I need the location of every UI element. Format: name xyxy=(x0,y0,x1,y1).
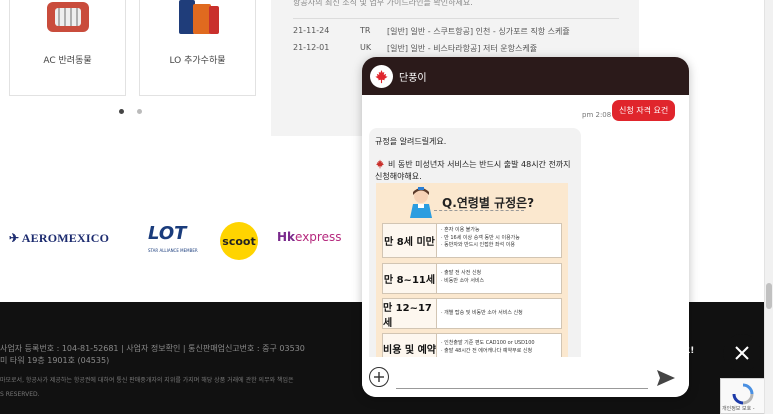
scrollbar-thumb[interactable] xyxy=(766,283,772,309)
maple-leaf-icon xyxy=(375,159,385,169)
footer-disclaimer: 마모로서, 항공사가 제공하는 항공권에 대하여 통신 판매중개자의 지위를 가… xyxy=(0,377,294,384)
notice-date: 21-12-01 xyxy=(293,43,330,52)
notice-date: 21-11-24 xyxy=(293,26,330,35)
notice-carrier: TR xyxy=(360,26,371,35)
user-message-bubble: 신청 자격 요건 xyxy=(612,100,676,121)
notice-row[interactable]: 21-11-24 TR [일반] 일반 - 스쿠트항공] 인천 - 싱가포르 직… xyxy=(293,26,570,37)
rule-key: 만 8~11세 xyxy=(383,264,437,293)
chat-avatar xyxy=(370,64,393,88)
lot-logo[interactable]: LOT xyxy=(148,223,186,244)
airline-logos: ✈ AEROMEXICO LOT STAR ALLIANCE MEMBER sc… xyxy=(0,218,370,260)
message-input[interactable] xyxy=(396,365,648,389)
rule-row: 만 12~17세 · 개별 탑승 및 비동반 소아 서비스 신청 xyxy=(382,298,562,329)
attach-button[interactable] xyxy=(369,367,389,387)
recaptcha-label[interactable]: 개인정보 보호 - xyxy=(722,405,755,412)
notice-title[interactable]: [일반] 일반 - 비스타라항공] 저터 운항스케쥴 xyxy=(387,43,537,54)
rule-key: 만 12~17세 xyxy=(383,299,437,329)
recaptcha-badge[interactable]: 개인정보 보호 - xyxy=(720,378,764,414)
page-scrollbar[interactable] xyxy=(764,0,773,414)
rule-values: · 출발 전 사전 신청 · 비동반 소아 서비스 xyxy=(441,270,485,284)
pet-carrier-icon xyxy=(46,2,89,32)
notice-carrier: UK xyxy=(360,43,372,52)
plus-icon xyxy=(374,372,384,382)
suitcase-icon xyxy=(178,0,219,34)
card-title-underline xyxy=(434,210,524,211)
rule-key: 비용 및 예약 xyxy=(383,334,437,357)
notice-title[interactable]: [일반] 일반 - 스쿠트항공] 인천 - 싱가포르 직항 스케쥴 xyxy=(387,26,570,37)
carousel-dot-2[interactable] xyxy=(137,109,142,114)
rule-row: 비용 및 예약 · 인천출발 기준 편도 CAD100 or USD100 · … xyxy=(382,333,562,357)
lot-logo-subtitle: STAR ALLIANCE MEMBER xyxy=(148,248,198,253)
recaptcha-icon xyxy=(732,383,754,405)
chat-messages[interactable]: pm 2:08 신청 자격 요건 규정을 알려드릴게요. 비 동반 미성년자 서… xyxy=(362,95,689,357)
bot-message-line: 비 동반 미성년자 서비스는 반드시 출발 48시간 전까지 신청해야해요. xyxy=(375,159,571,181)
rule-values: · 개별 탑승 및 비동반 소아 서비스 신청 xyxy=(441,310,523,316)
chat-input-bar xyxy=(362,357,689,397)
rule-values: · 인천출발 기준 편도 CAD100 or USD100 · 출발 48시간 … xyxy=(441,340,535,354)
footer-copyright: S RESERVED. xyxy=(0,391,40,398)
rule-values: · 혼자 이용 불가능 · 만 16세 이상 승객 동반 시 이용가능 · 동반… xyxy=(441,227,520,248)
aeromexico-logo[interactable]: ✈ AEROMEXICO xyxy=(9,231,109,246)
product-card-baggage[interactable]: LO 추가수하물 xyxy=(139,0,256,96)
flight-attendant-illustration xyxy=(410,187,432,218)
notice-divider xyxy=(293,18,619,19)
chat-header: 단풍이 xyxy=(362,57,689,95)
hk-express-logo[interactable]: Hkexpress xyxy=(277,230,341,244)
close-icon xyxy=(735,346,749,360)
rule-row: 만 8~11세 · 출발 전 사전 신청 · 비동반 소아 서비스 xyxy=(382,263,562,294)
age-rules-card: Q.연령별 규정은? 만 8세 미만 · 혼자 이용 불가능 · 만 16세 이… xyxy=(376,183,568,357)
footer-address: 미 타워 19층 1901호 (04535) xyxy=(0,356,110,365)
notice-row[interactable]: 21-12-01 UK [일반] 일반 - 비스타라항공] 저터 운항스케쥴 xyxy=(293,43,537,54)
chat-title: 단풍이 xyxy=(399,72,427,84)
product-card-pet[interactable]: AC 반려동물 xyxy=(9,0,126,96)
card-label: LO 추가수하물 xyxy=(169,56,226,66)
maple-leaf-icon xyxy=(375,69,388,83)
close-chat-button[interactable] xyxy=(723,334,761,372)
rule-row: 만 8세 미만 · 혼자 이용 불가능 · 만 16세 이상 승객 동반 시 이… xyxy=(382,223,562,258)
card-label: AC 반려동물 xyxy=(43,56,92,66)
message-timestamp: pm 2:08 xyxy=(582,111,612,119)
card-title: Q.연령별 규정은? xyxy=(442,196,535,210)
carousel-dot-1[interactable] xyxy=(119,109,124,114)
bot-message-line: 규정을 알려드릴게요. xyxy=(375,137,447,146)
notice-description: 항공사의 최신 소식 및 업무 가이드라인을 확인하세요. xyxy=(293,0,473,7)
chat-window: 단풍이 pm 2:08 신청 자격 요건 규정을 알려드릴게요. 비 동반 미성… xyxy=(362,57,689,397)
carousel-dots xyxy=(119,109,142,114)
send-icon[interactable] xyxy=(655,369,677,387)
rule-key: 만 8세 미만 xyxy=(383,224,437,257)
footer-business-info: 사업자 등록번호 : 104-81-52681 | 사업자 정보확인 | 통신판… xyxy=(0,344,305,353)
scoot-logo[interactable]: scoot xyxy=(220,222,258,260)
